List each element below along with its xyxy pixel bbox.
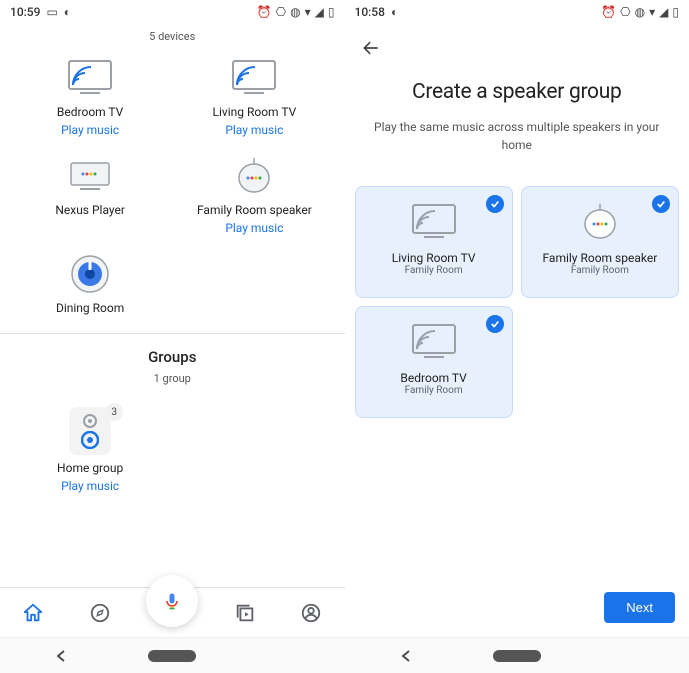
screen-google-home: 10:59 ▭ ◐ ⏰ ⎔ ◍ ▾ ◢ ▯ 5 devices Bedroom … [0, 0, 345, 673]
status-bar: 10:58 ◐ ⏰ ⎔ ◍ ▾ ◢ ▯ [345, 0, 689, 24]
device-name: Bedroom TV [57, 105, 123, 119]
alarm-icon: ⏰ [601, 5, 616, 19]
back-button[interactable] [345, 24, 689, 62]
device-name: Dining Room [56, 301, 124, 315]
device-tile-living-room-tv[interactable]: Living Room TV Play music [172, 47, 336, 145]
device-name: Family Room speaker [197, 203, 312, 217]
notification-icon: ▭ [46, 5, 57, 19]
group-icon: 3 [69, 407, 111, 455]
signal-icon: ◢ [315, 5, 324, 19]
nav-discover[interactable] [80, 593, 120, 633]
page-subtitle: Play the same music across multiple spea… [345, 118, 689, 154]
check-icon [486, 195, 504, 213]
group-name: Home group [57, 461, 123, 475]
back-icon[interactable] [54, 649, 68, 663]
nav-media[interactable] [225, 593, 265, 633]
vibrate-icon: ◍ [635, 5, 645, 19]
group-count-badge: 3 [105, 403, 123, 421]
wifi-icon: ▾ [649, 5, 655, 19]
notification-icon: ◐ [391, 5, 398, 19]
nav-account[interactable] [291, 593, 331, 633]
status-time: 10:59 [10, 5, 40, 19]
nav-mic-button[interactable] [146, 575, 198, 627]
speaker-room: Family Room [571, 265, 629, 276]
device-tile-nexus-player[interactable]: Nexus Player [8, 145, 172, 243]
battery-icon: ▯ [328, 5, 335, 19]
speaker-tile-living-room-tv[interactable]: Living Room TV Family Room [355, 186, 513, 298]
bottom-nav [0, 587, 345, 637]
groups-grid: 3 Home group Play music [0, 389, 345, 501]
group-tile-home-group[interactable]: 3 Home group Play music [8, 397, 172, 501]
next-button[interactable]: Next [604, 592, 675, 623]
divider [0, 333, 345, 334]
device-name: Nexus Player [55, 203, 125, 217]
home-pill[interactable] [148, 650, 196, 662]
device-name: Living Room TV [213, 105, 297, 119]
home-pill[interactable] [493, 650, 541, 662]
device-tile-bedroom-tv[interactable]: Bedroom TV Play music [8, 47, 172, 145]
speaker-room: Family Room [405, 385, 463, 396]
battery-icon: ▯ [672, 5, 679, 19]
devices-grid: Bedroom TV Play music Living Room TV Pla… [0, 47, 345, 323]
speaker-grid: Living Room TV Family Room Family Room s… [345, 186, 689, 418]
speaker-mini-icon [572, 201, 628, 243]
speaker-name: Living Room TV [392, 251, 476, 265]
play-music-link[interactable]: Play music [225, 123, 283, 137]
speaker-room: Family Room [405, 265, 463, 276]
signal-icon: ◢ [659, 5, 668, 19]
tv-icon [406, 201, 462, 243]
tv-icon [406, 321, 462, 363]
device-tile-dining-room[interactable]: Dining Room [8, 243, 172, 323]
player-icon [62, 155, 118, 197]
notification-icon: ◐ [64, 5, 71, 19]
groups-count: 1 group [0, 366, 345, 389]
speaker-tile-bedroom-tv[interactable]: Bedroom TV Family Room [355, 306, 513, 418]
screen-create-speaker-group: 10:58 ◐ ⏰ ⎔ ◍ ▾ ◢ ▯ Create a speaker gro… [345, 0, 689, 673]
devices-count: 5 devices [0, 24, 345, 47]
tv-icon [62, 57, 118, 99]
play-music-link[interactable]: Play music [61, 479, 119, 493]
speaker-tile-family-room-speaker[interactable]: Family Room speaker Family Room [521, 186, 679, 298]
back-icon[interactable] [399, 649, 413, 663]
groups-title: Groups [0, 348, 345, 366]
check-icon [486, 315, 504, 333]
speaker-mini-icon [226, 155, 282, 197]
status-bar: 10:59 ▭ ◐ ⏰ ⎔ ◍ ▾ ◢ ▯ [0, 0, 345, 24]
page-title: Create a speaker group [345, 80, 689, 104]
speaker-name: Bedroom TV [400, 371, 466, 385]
android-nav-bar [0, 637, 345, 673]
speaker-name: Family Room speaker [542, 251, 657, 265]
wifi-icon: ▾ [305, 5, 311, 19]
location-icon: ⎔ [276, 5, 286, 19]
status-time: 10:58 [355, 5, 385, 19]
play-music-link[interactable]: Play music [225, 221, 283, 235]
nav-home[interactable] [13, 593, 53, 633]
play-music-link[interactable]: Play music [61, 123, 119, 137]
vibrate-icon: ◍ [290, 5, 300, 19]
arrow-left-icon [361, 38, 381, 58]
check-icon [652, 195, 670, 213]
location-icon: ⎔ [620, 5, 630, 19]
tv-icon [226, 57, 282, 99]
alarm-icon: ⏰ [257, 5, 272, 19]
device-tile-family-room-speaker[interactable]: Family Room speaker Play music [172, 145, 336, 243]
nest-icon [62, 253, 118, 295]
android-nav-bar [345, 637, 689, 673]
